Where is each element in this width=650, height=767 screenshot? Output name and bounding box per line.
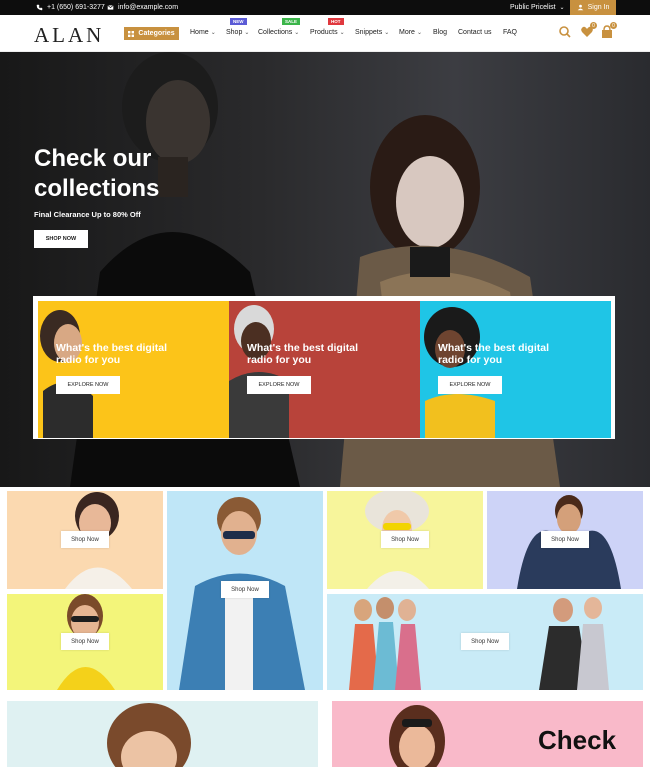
shop-now-button[interactable]: Shop Now: [381, 531, 429, 548]
bottom-banner-right[interactable]: Check: [332, 701, 643, 767]
mail-icon: [107, 5, 114, 10]
nav-item-blog[interactable]: Blog: [433, 29, 447, 36]
category-tile[interactable]: Shop Now: [7, 594, 163, 690]
wishlist-icon[interactable]: 0: [580, 22, 597, 39]
nav-item-products[interactable]: HOT Products ⌄: [310, 18, 345, 36]
badge-new: NEW: [230, 18, 247, 25]
nav-label: Products: [310, 29, 338, 36]
promo-card[interactable]: What's the best digital radio for you EX…: [420, 301, 611, 438]
hero-subtitle: Final Clearance Up to 80% Off: [34, 210, 141, 219]
promo-card[interactable]: What's the best digital radio for you EX…: [229, 301, 420, 438]
nav-label: FAQ: [503, 29, 518, 36]
email-address: info@example.com: [118, 4, 179, 11]
category-tile[interactable]: Shop Now: [167, 491, 323, 690]
hero-title: Check our collections: [34, 145, 160, 202]
nav-item-collections[interactable]: SALE Collections ⌄: [258, 18, 301, 36]
nav-label: Home: [190, 29, 209, 36]
bottom-banner-left[interactable]: [7, 701, 318, 767]
badge-sale: SALE: [282, 18, 301, 25]
category-tile[interactable]: Shop Now: [327, 491, 483, 589]
nav-item-home[interactable]: Home ⌄: [190, 29, 216, 36]
chevron-down-icon: ⌄: [384, 30, 390, 36]
shop-now-button[interactable]: Shop Now: [61, 633, 109, 650]
user-icon: [577, 4, 583, 11]
promo-text: What's the best digital radio for you: [247, 342, 359, 366]
chevron-down-icon: ⌄: [339, 30, 345, 36]
site-logo[interactable]: ALAN: [34, 23, 104, 48]
explore-now-button[interactable]: EXPLORE NOW: [247, 376, 311, 394]
promo-strip: What's the best digital radio for you EX…: [33, 296, 615, 439]
categories-button[interactable]: Categories: [124, 27, 179, 40]
promo-card[interactable]: What's the best digital radio for you EX…: [38, 301, 229, 438]
hero-shop-now-button[interactable]: SHOP NOW: [34, 230, 88, 248]
category-tile[interactable]: Shop Now: [327, 594, 643, 690]
chevron-down-icon: ⌄: [244, 30, 250, 36]
badge-hot: HOT: [328, 18, 344, 25]
phone-number: +1 (650) 691-3277: [47, 4, 105, 11]
grid-icon: [128, 30, 135, 37]
pricelist-label: Public Pricelist: [510, 4, 556, 11]
shop-now-button[interactable]: Shop Now: [221, 581, 269, 598]
chevron-down-icon: ⌄: [559, 5, 565, 11]
promo-text: What's the best digital radio for you: [438, 342, 550, 366]
nav-item-more[interactable]: More ⌄: [399, 29, 422, 36]
promo-woman-headphones-image: [40, 310, 93, 438]
wishlist-count: 0: [590, 22, 597, 29]
pricelist-dropdown[interactable]: Public Pricelist ⌄: [510, 0, 565, 15]
search-icon[interactable]: [558, 25, 572, 39]
smiling-woman-image: [107, 703, 191, 767]
signin-button[interactable]: Sign In: [570, 0, 616, 15]
explore-now-button[interactable]: EXPLORE NOW: [56, 376, 120, 394]
bottom-banner-title: Check: [538, 725, 617, 755]
hero-banner: Check our collections Final Clearance Up…: [0, 52, 650, 487]
shop-now-button[interactable]: Shop Now: [61, 531, 109, 548]
phone-contact[interactable]: +1 (650) 691-3277: [36, 0, 105, 15]
chevron-down-icon: ⌄: [416, 30, 422, 36]
nav-item-faq[interactable]: FAQ: [503, 29, 517, 36]
promo-text: What's the best digital radio for you: [56, 342, 168, 366]
phone-icon: [36, 4, 43, 11]
promo-man-headphones-image: [229, 305, 289, 438]
promo-woman-curly-image: [424, 307, 495, 438]
shop-now-button[interactable]: Shop Now: [541, 531, 589, 548]
explore-now-button[interactable]: EXPLORE NOW: [438, 376, 502, 394]
nav-item-snippets[interactable]: Snippets ⌄: [355, 29, 389, 36]
nav-label: More: [399, 29, 415, 36]
shop-now-button[interactable]: Shop Now: [461, 633, 509, 650]
cart-count: 0: [610, 22, 617, 29]
nav-label: Contact us: [458, 29, 492, 36]
category-tile[interactable]: Shop Now: [7, 491, 163, 589]
signin-label: Sign In: [587, 4, 610, 11]
categories-label: Categories: [138, 30, 175, 37]
category-tile[interactable]: Shop Now: [487, 491, 643, 589]
top-bar: +1 (650) 691-3277 info@example.com Publi…: [0, 0, 650, 15]
nav-label: Snippets: [355, 29, 383, 36]
cart-icon[interactable]: 0: [600, 22, 617, 39]
nav-label: Shop: [226, 29, 243, 36]
chevron-down-icon: ⌄: [294, 30, 300, 36]
nav-item-contact[interactable]: Contact us: [458, 29, 491, 36]
email-contact[interactable]: info@example.com: [107, 0, 178, 15]
nav-label: Blog: [433, 29, 448, 36]
nav-item-shop[interactable]: NEW Shop ⌄: [226, 18, 250, 36]
chevron-down-icon: ⌄: [210, 30, 216, 36]
nav-label: Collections: [258, 29, 293, 36]
main-nav: ALAN Categories Home ⌄ NEW Shop ⌄ SALE Col…: [0, 15, 650, 52]
